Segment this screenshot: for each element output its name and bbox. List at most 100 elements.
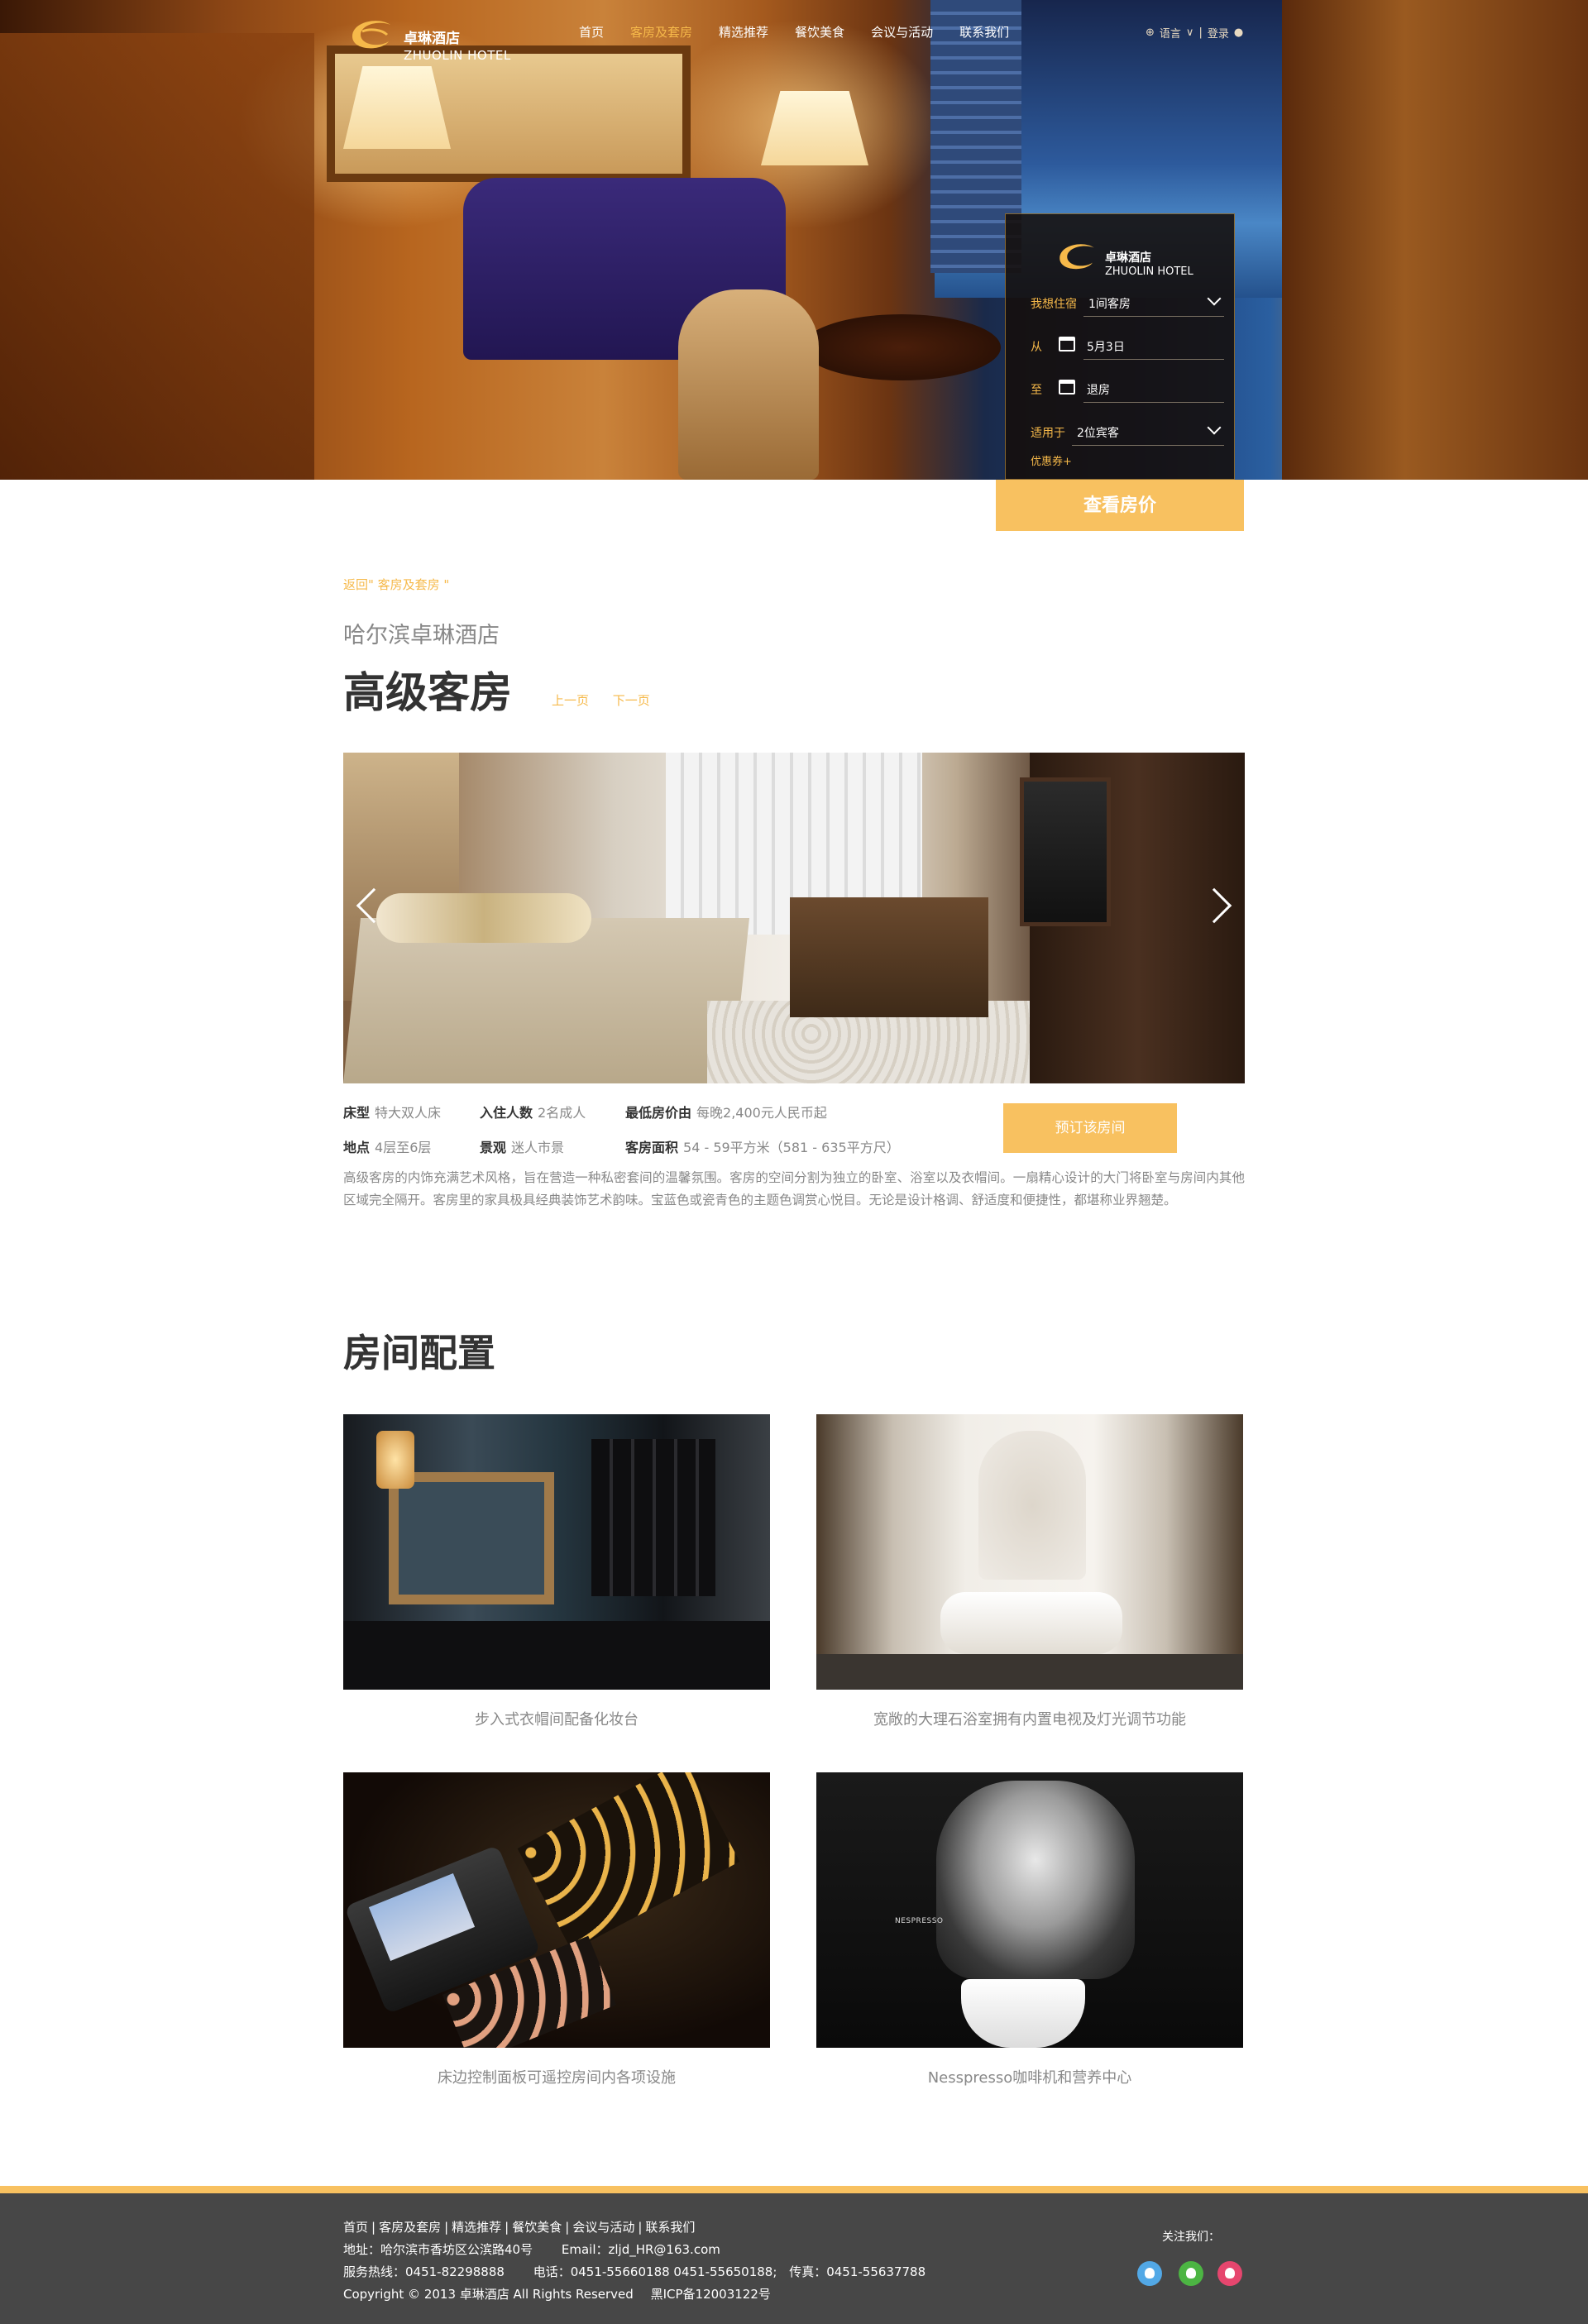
rooms-value: 1间客房 [1088, 298, 1131, 311]
detail-occupancy: 入住人数 2名成人 [480, 1102, 586, 1121]
detail-label: 入住人数 [480, 1105, 533, 1121]
coffee-brand-mark: NESPRESSO [895, 1917, 944, 1925]
stay-label: 我想住宿 [1031, 298, 1077, 311]
calendar-icon [1059, 337, 1075, 351]
room-photo-carousel[interactable] [343, 753, 1245, 1083]
detail-value: 2名成人 [538, 1105, 586, 1121]
language-switch[interactable]: 语言 [1160, 25, 1181, 41]
detail-label: 客房面积 [625, 1140, 679, 1155]
footer-link[interactable]: 客房及套房 [379, 2220, 441, 2235]
closet-lamp [376, 1431, 414, 1489]
amenity-photo-closet [343, 1414, 770, 1690]
back-link[interactable]: 返回" 客房及套房 " [343, 576, 449, 593]
nav-dining[interactable]: 餐饮美食 [795, 23, 844, 43]
amenity-photo-coffee-machine: NESPRESSO [816, 1772, 1243, 2048]
guests-select[interactable]: 适用于 2位宾客 [1017, 416, 1224, 449]
footer-copyright: Copyright © 2013 卓琳酒店 All Rights Reserve… [343, 2287, 634, 2302]
wechat-glyph [1186, 2268, 1196, 2279]
closet-desk [343, 1621, 770, 1690]
field-underline [1083, 359, 1224, 360]
separator: | [444, 2220, 449, 2235]
coupon-link[interactable]: 优惠券+ [1031, 452, 1072, 468]
footer-link[interactable]: 会议与活动 [572, 2220, 634, 2235]
weibo-glyph [1225, 2268, 1235, 2279]
hero-armchair [678, 289, 819, 480]
logo-name-en: ZHUOLIN HOTEL [404, 48, 511, 63]
footer-phone: 电话：0451-55660188 0451-55650188; [533, 2264, 777, 2279]
check-rates-button[interactable]: 查看房价 [996, 480, 1244, 531]
chevron-down-icon: ∨ [1185, 26, 1194, 39]
chevron-down-icon [1207, 291, 1222, 306]
logo-swirl-icon [1059, 244, 1094, 270]
field-underline [1083, 316, 1224, 317]
nav-meetings[interactable]: 会议与活动 [871, 23, 933, 43]
room-desk [790, 897, 988, 1017]
checkin-value: 5月3日 [1087, 341, 1125, 354]
login-link[interactable]: 登录 [1208, 25, 1229, 41]
qq-glyph [1145, 2268, 1155, 2279]
footer-hotline: 服务热线：0451-82298888 [343, 2264, 505, 2279]
footer-link[interactable]: 首页 [343, 2220, 368, 2235]
booking-widget: 卓琳酒店 ZHUOLIN HOTEL 我想住宿 1间客房 从 5月3日 至 退房… [1005, 213, 1235, 480]
field-underline [1072, 445, 1224, 446]
footer-nav: 首页 | 客房及套房 | 精选推荐 | 餐饮美食 | 会议与活动 | 联系我们 [343, 2218, 695, 2236]
detail-label: 最低房价由 [625, 1105, 692, 1121]
detail-value: 特大双人床 [375, 1105, 442, 1121]
amenity-caption: 床边控制面板可遥控房间内各项设施 [438, 2069, 676, 2087]
separator: | [565, 2220, 570, 2235]
chevron-down-icon [1207, 420, 1222, 435]
footer-accent-bar [0, 2186, 1588, 2193]
checkout-field[interactable]: 至 退房 [1017, 373, 1224, 406]
detail-label: 地点 [343, 1140, 371, 1155]
detail-value: 4层至6层 [375, 1140, 432, 1155]
globe-icon: ⊕ [1146, 26, 1155, 39]
room-pillows [376, 893, 591, 943]
detail-area: 客房面积 54 - 59平方米（581 - 635平方尺） [625, 1136, 900, 1156]
nav-offers[interactable]: 精选推荐 [719, 23, 768, 43]
section-title-amenities: 房间配置 [343, 1331, 495, 1375]
divider: | [1198, 26, 1203, 39]
detail-value: 迷人市景 [511, 1140, 565, 1155]
prev-page-link[interactable]: 上一页 [552, 693, 589, 708]
qq-icon[interactable] [1137, 2261, 1162, 2286]
room-tv [1020, 777, 1111, 926]
coffee-cup [961, 1979, 1085, 2048]
nav-contact[interactable]: 联系我们 [959, 23, 1009, 43]
checkin-field[interactable]: 从 5月3日 [1017, 330, 1224, 363]
detail-bed: 床型 特大双人床 [343, 1102, 441, 1121]
hero-table [802, 314, 1001, 380]
follow-us-label: 关注我们： [1162, 2231, 1220, 2244]
hero-banner [0, 0, 1588, 480]
detail-label: 床型 [343, 1105, 371, 1121]
checkout-value: 退房 [1087, 384, 1110, 397]
detail-label: 景观 [480, 1140, 507, 1155]
amenity-caption: 步入式衣帽间配备化妆台 [475, 1711, 639, 1729]
next-page-link[interactable]: 下一页 [613, 693, 650, 708]
footer-link[interactable]: 餐饮美食 [512, 2220, 562, 2235]
calendar-icon [1059, 380, 1075, 395]
footer-link[interactable]: 精选推荐 [452, 2220, 501, 2235]
wechat-icon[interactable] [1179, 2261, 1203, 2286]
site-logo[interactable]: 卓琳酒店 ZHUOLIN HOTEL [346, 12, 536, 63]
footer-link[interactable]: 联系我们 [645, 2220, 695, 2235]
nav-rooms[interactable]: 客房及套房 [630, 23, 692, 43]
footer-fax: 传真：0451-55637788 [789, 2264, 926, 2279]
pager: 上一页 下一页 [552, 691, 670, 709]
header-tools: ⊕ 语言 ∨ | 登录 ● [1146, 25, 1248, 41]
logo-name-cn: 卓琳酒店 [404, 31, 460, 47]
footer-icp[interactable]: 黑ICP备12003122号 [651, 2287, 771, 2302]
weibo-icon[interactable] [1217, 2261, 1242, 2286]
amenity-photo-bathroom [816, 1414, 1243, 1690]
separator: | [505, 2220, 509, 2235]
footer-email[interactable]: Email：zljd_HR@163.com [562, 2242, 720, 2257]
detail-location: 地点 4层至6层 [343, 1136, 431, 1156]
book-room-button[interactable]: 预订该房间 [1003, 1103, 1177, 1153]
from-label: 从 [1031, 341, 1042, 354]
rooms-select[interactable]: 我想住宿 1间客房 [1017, 287, 1224, 320]
hero-right-wall [1282, 0, 1588, 480]
to-label: 至 [1031, 384, 1042, 397]
footer-copyright-line: Copyright © 2013 卓琳酒店 All Rights Reserve… [343, 2285, 771, 2302]
closet-mirror [389, 1472, 554, 1604]
page: 卓琳酒店 ZHUOLIN HOTEL 首页 客房及套房 精选推荐 餐饮美食 会议… [0, 0, 1588, 2324]
nav-home[interactable]: 首页 [579, 23, 604, 43]
